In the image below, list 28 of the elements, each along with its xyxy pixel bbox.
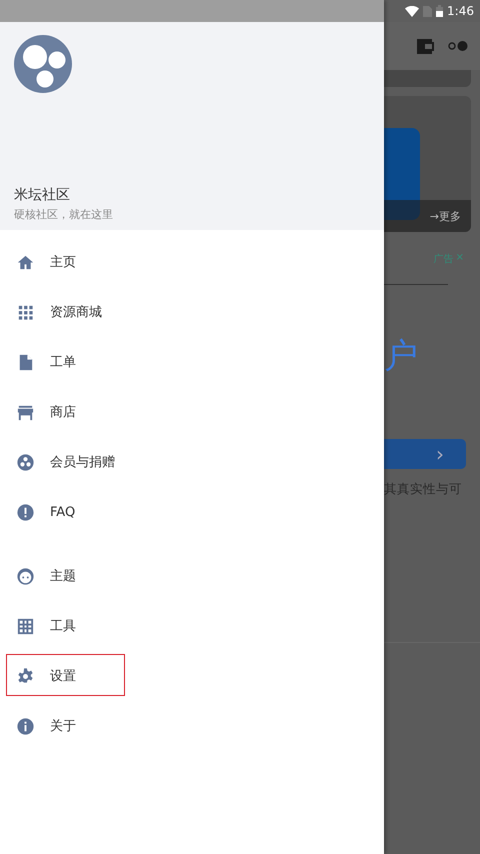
ad-headline: 户 [384,335,419,378]
menu-item[interactable]: 关于 [0,701,384,751]
exclamation-icon [16,502,35,522]
table-icon [16,616,35,636]
more-link[interactable]: →更多 [384,200,471,232]
menu-item[interactable]: 商店 [0,387,384,437]
menu-item[interactable]: 工单 [0,337,384,387]
ad-button[interactable]: › [384,439,466,469]
menu-item[interactable]: 设置 [0,651,384,701]
settings-icon [16,666,35,686]
drawer-title: 米坛社区 [14,186,71,204]
app-logo [14,35,72,93]
menu-item[interactable]: FAQ [0,487,384,537]
menu-item[interactable]: 资源商城 [0,287,384,337]
toggle-icon[interactable] [448,41,468,51]
clock-time: 1:46 [447,4,474,18]
menu-item[interactable]: 主页 [0,237,384,287]
battery-icon [436,5,444,17]
drawer-subtitle: 硬核社区，就在这里 [14,207,114,222]
info-icon [16,716,35,736]
menu-item[interactable]: 会员与捐赠 [0,437,384,487]
wallet-icon[interactable] [417,38,434,54]
face-icon [16,566,35,586]
sim-icon [423,6,432,16]
menu-item[interactable]: 主题 [0,551,384,601]
menu-item[interactable]: 工具 [0,601,384,651]
wifi-icon [405,6,420,16]
circles-icon [16,452,35,472]
